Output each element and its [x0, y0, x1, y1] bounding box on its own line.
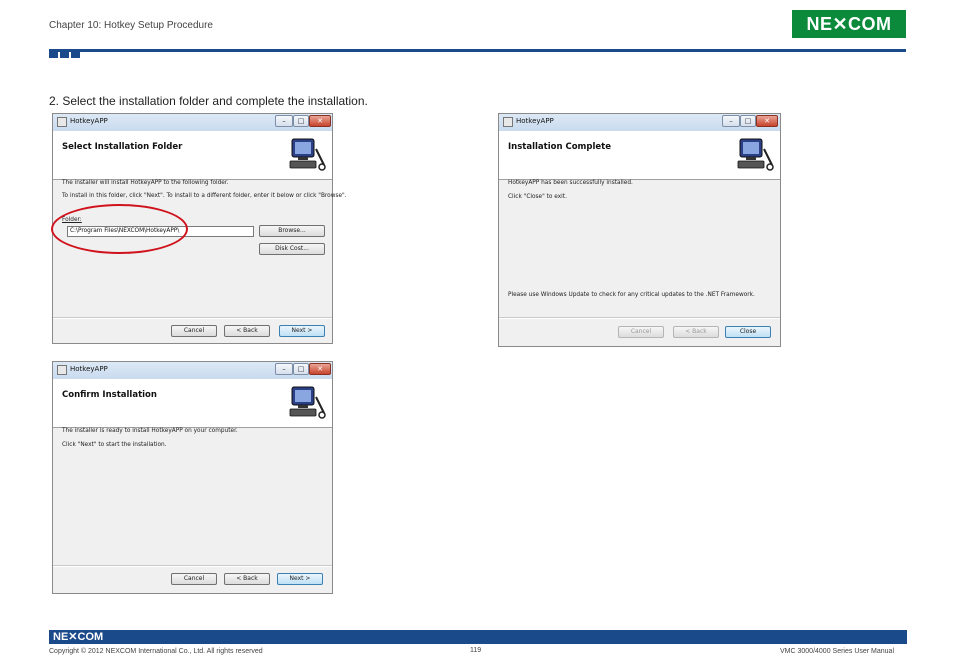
computer-setup-icon [289, 138, 326, 171]
header-rule [49, 49, 906, 52]
close-window-button[interactable]: ✕ [309, 363, 331, 375]
highlight-circle [51, 204, 188, 254]
maximize-button[interactable]: □ [293, 115, 309, 127]
dialog-banner: Confirm Installation [53, 379, 332, 428]
window-title: HotkeyAPP [70, 117, 108, 125]
title-bar: HotkeyAPP – □ ✕ [53, 362, 332, 380]
close-window-button[interactable]: ✕ [756, 115, 778, 127]
window-title: HotkeyAPP [70, 365, 108, 373]
manual-title: VMC 3000/4000 Series User Manual [780, 648, 895, 655]
computer-setup-icon [737, 138, 774, 171]
cancel-button[interactable]: Cancel [171, 573, 217, 585]
instruction-text: 2. Select the installation folder and co… [49, 94, 368, 108]
close-window-button[interactable]: ✕ [309, 115, 331, 127]
title-bar: HotkeyAPP – □ ✕ [53, 114, 332, 132]
window-title: HotkeyAPP [516, 117, 554, 125]
back-button: < Back [673, 326, 719, 338]
disk-cost-button[interactable]: Disk Cost... [259, 243, 325, 255]
dialog-banner: Installation Complete [499, 131, 780, 180]
dialog-heading: Installation Complete [508, 142, 611, 152]
separator [53, 317, 332, 319]
cancel-button: Cancel [618, 326, 664, 338]
update-note-text: Please use Windows Update to check for a… [508, 292, 755, 298]
back-button[interactable]: < Back [224, 325, 270, 337]
back-button[interactable]: < Back [224, 573, 270, 585]
next-button[interactable]: Next > [277, 573, 323, 585]
computer-setup-icon [289, 386, 326, 419]
minimize-button[interactable]: – [722, 115, 740, 127]
maximize-button[interactable]: □ [740, 115, 756, 127]
browse-button[interactable]: Browse... [259, 225, 325, 237]
title-bar: HotkeyAPP – □ ✕ [499, 114, 780, 132]
header-square [71, 51, 80, 58]
install-complete-dialog: HotkeyAPP – □ ✕ Installation Complete Ho… [498, 113, 781, 347]
dialog-heading: Select Installation Folder [62, 142, 183, 152]
next-button[interactable]: Next > [279, 325, 325, 337]
footer-bar: NE✕COM [49, 630, 907, 644]
header-square [60, 51, 69, 58]
chapter-title: Chapter 10: Hotkey Setup Procedure [49, 20, 213, 31]
copyright-text: Copyright © 2012 NEXCOM International Co… [49, 648, 263, 655]
install-hint-text: To install in this folder, click "Next".… [62, 193, 347, 199]
logo-text: NE✕COM [806, 13, 892, 34]
minimize-button[interactable]: – [275, 363, 293, 375]
ready-text: The installer is ready to install Hotkey… [62, 428, 238, 434]
close-button[interactable]: Close [725, 326, 771, 338]
minimize-button[interactable]: – [275, 115, 293, 127]
nexcom-logo: NE✕COM [792, 10, 906, 38]
header-square [49, 51, 58, 58]
separator [53, 565, 332, 567]
dialog-banner: Select Installation Folder [53, 131, 332, 180]
close-hint-text: Click "Close" to exit. [508, 194, 567, 200]
select-folder-dialog: HotkeyAPP – □ ✕ Select Installation Fold… [51, 113, 347, 344]
start-hint-text: Click "Next" to start the installation. [62, 442, 167, 448]
maximize-button[interactable]: □ [293, 363, 309, 375]
app-icon [57, 117, 67, 127]
page-number: 119 [470, 647, 482, 654]
success-text: HotkeyAPP has been successfully installe… [508, 180, 633, 186]
confirm-install-dialog: HotkeyAPP – □ ✕ Confirm Installation The… [52, 361, 333, 594]
app-icon [503, 117, 513, 127]
separator [499, 317, 780, 319]
app-icon [57, 365, 67, 375]
dialog-heading: Confirm Installation [62, 390, 157, 400]
cancel-button[interactable]: Cancel [171, 325, 217, 337]
install-info-text: The installer will install HotkeyAPP to … [62, 180, 229, 186]
footer-logo: NE✕COM [53, 631, 104, 643]
